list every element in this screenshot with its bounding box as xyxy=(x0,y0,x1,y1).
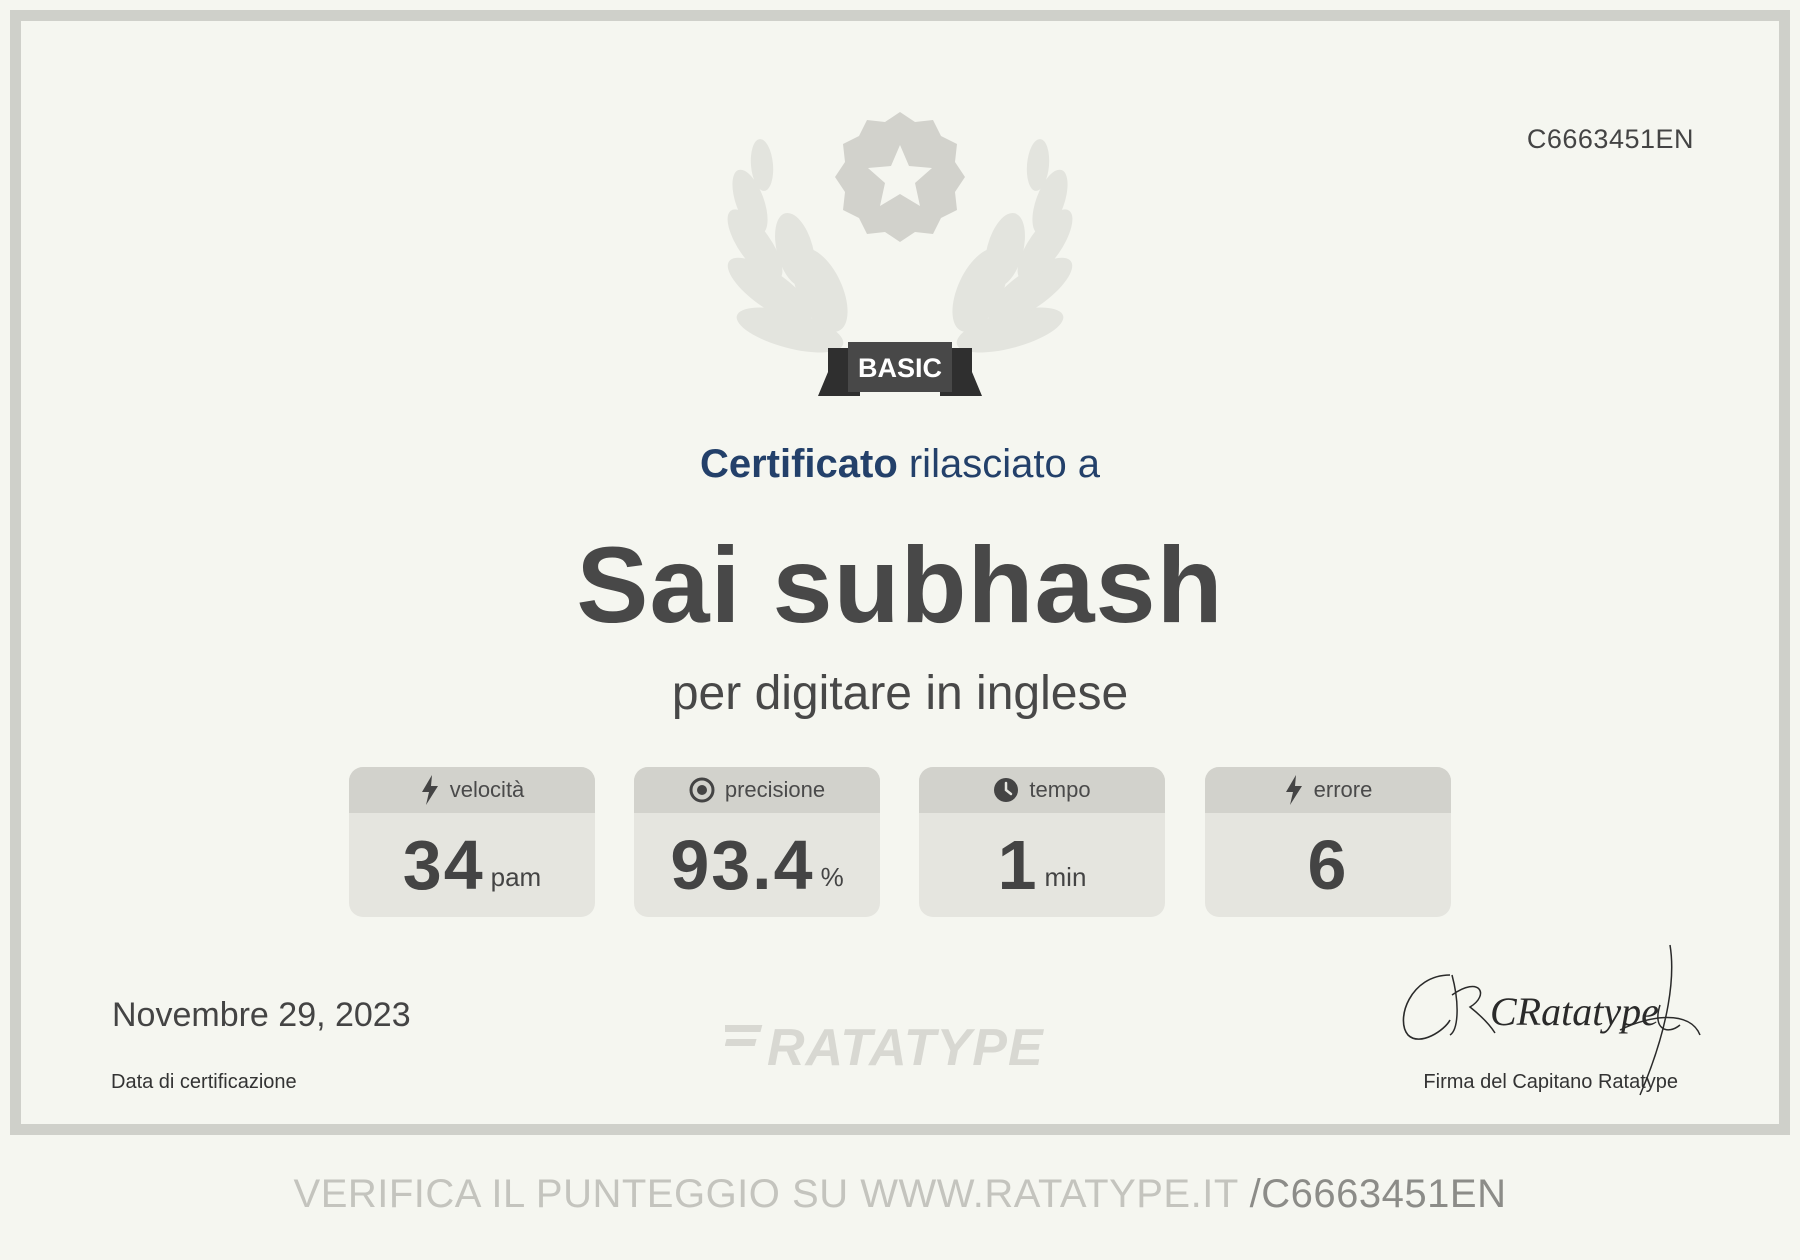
certificate-subtitle: per digitare in inglese xyxy=(671,667,1129,720)
stat-unit: min xyxy=(1044,862,1087,892)
level-label: BASIC xyxy=(858,353,942,383)
certification-date: Novembre 29, 2023 xyxy=(112,996,411,1034)
stat-card-errors: errore 6 xyxy=(1205,767,1451,917)
stat-label: precisione xyxy=(724,777,826,802)
laurel-right-icon xyxy=(952,139,1073,353)
svg-text:RATATYPE: RATATYPE xyxy=(767,1019,1044,1075)
headline-strong: Certificato xyxy=(699,442,898,486)
verify-code: /C6663451EN xyxy=(1249,1172,1507,1216)
signature-label: Firma del Capitano Ratatype xyxy=(1423,1071,1678,1093)
stat-label: tempo xyxy=(1029,777,1091,802)
stat-label: errore xyxy=(1313,777,1373,802)
stat-unit: pam xyxy=(490,862,542,892)
stat-value: 6 xyxy=(1307,826,1349,904)
stat-card-speed: velocità 34 pam xyxy=(349,767,595,917)
clock-icon xyxy=(994,778,1019,802)
stat-card-accuracy: precisione 93.4 % xyxy=(634,767,880,917)
lightning-icon xyxy=(1285,775,1302,805)
stats-row: velocità 34 pam precisione 93.4 % tempo … xyxy=(349,767,1451,917)
ratatype-logo: RATATYPE xyxy=(725,1019,1044,1075)
laurel-left-icon xyxy=(727,139,848,353)
stat-value: 34 xyxy=(402,826,485,904)
seal-icon xyxy=(835,112,965,242)
stat-label: velocità xyxy=(449,777,525,802)
stat-card-time: tempo 1 min xyxy=(919,767,1165,917)
stat-value: 1 xyxy=(997,826,1039,904)
stat-unit: % xyxy=(820,862,844,892)
svg-text:CRatatype: CRatatype xyxy=(1490,989,1659,1034)
target-icon xyxy=(689,777,715,803)
verify-text: VERIFICA IL PUNTEGGIO SU WWW.RATATYPE.IT xyxy=(293,1172,1250,1216)
stat-value: 93.4 xyxy=(670,826,815,904)
award-badge: BASIC xyxy=(727,112,1073,396)
certificate-id: C6663451EN xyxy=(1526,124,1694,154)
lightning-icon xyxy=(421,775,438,805)
certificate-headline: Certificato rilasciato a xyxy=(0,442,1800,487)
verify-link[interactable]: VERIFICA IL PUNTEGGIO SU WWW.RATATYPE.IT… xyxy=(0,1172,1800,1217)
recipient-name: Sai subhash xyxy=(576,524,1224,645)
headline-rest: rilasciato a xyxy=(897,442,1101,486)
certification-date-label: Data di certificazione xyxy=(111,1071,297,1093)
